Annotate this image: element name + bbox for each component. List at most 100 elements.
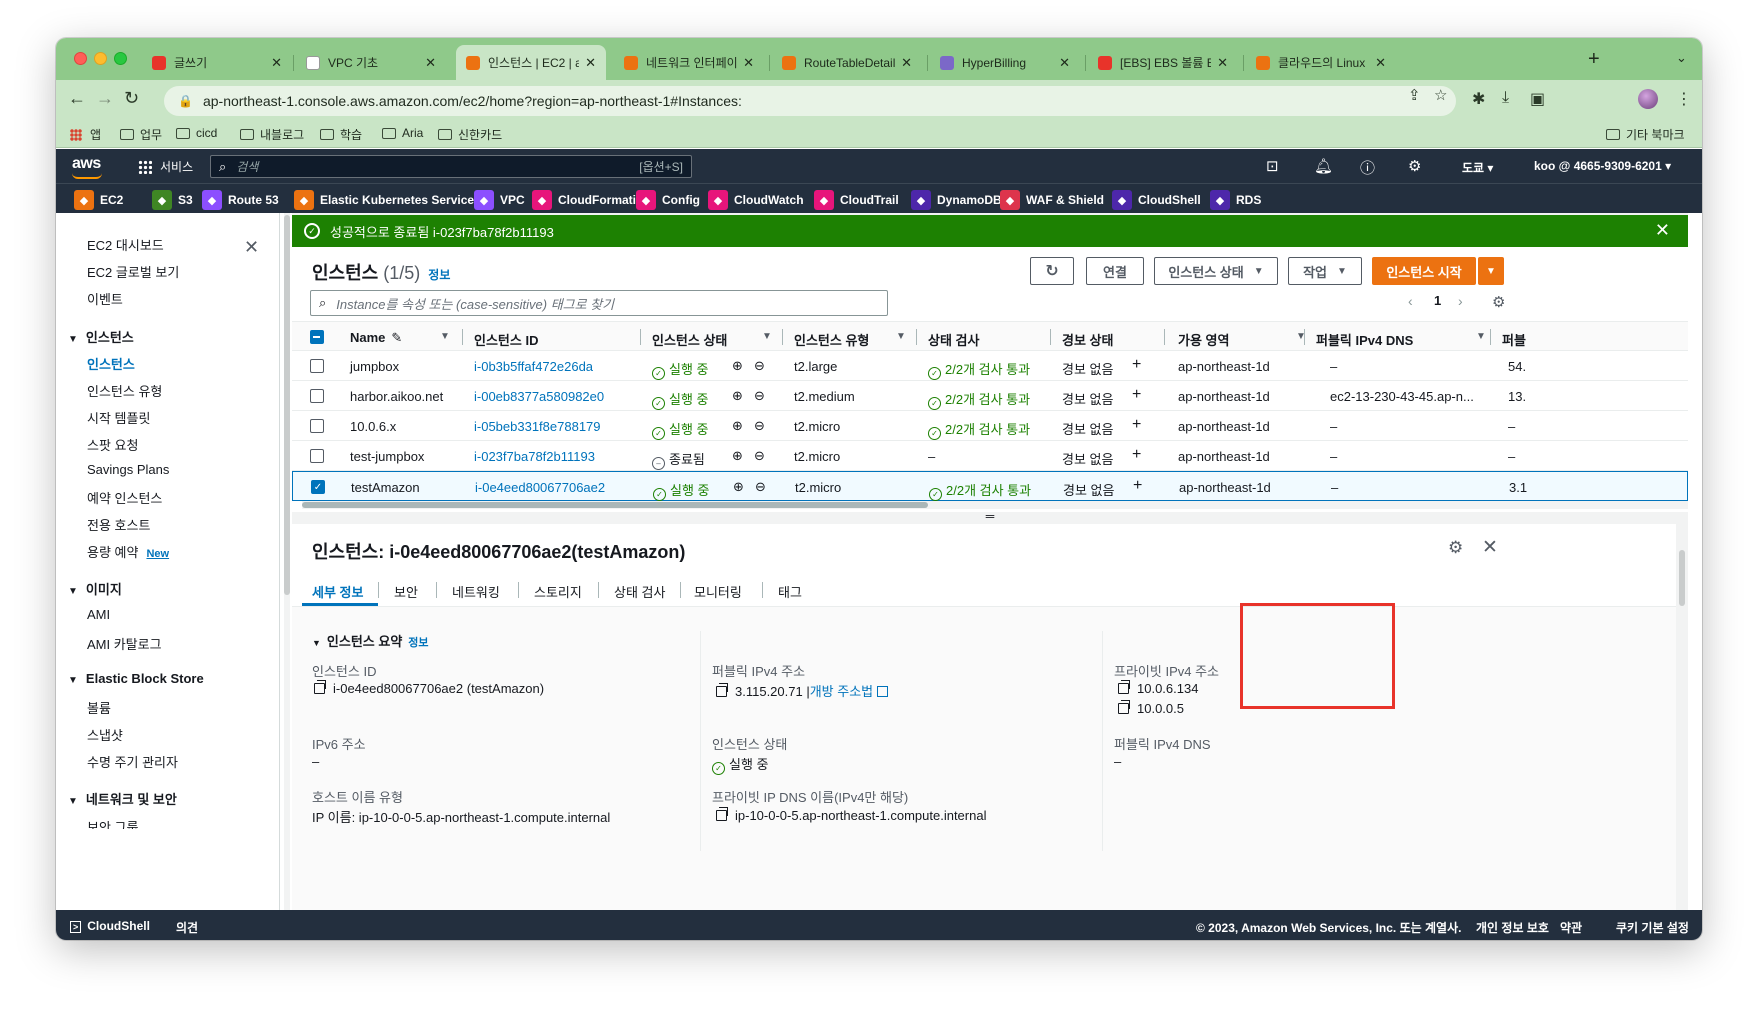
instance-id-link[interactable]: i-023f7ba78f2b11193	[474, 449, 595, 464]
zoom-out-icon[interactable]: ⊖	[754, 388, 765, 404]
browser-tab-3[interactable]: 네트워크 인터페이스 | E✕	[614, 45, 764, 80]
account-menu[interactable]: koo @ 4665-9309-6201 ▾	[1534, 159, 1671, 173]
favorite-service-12[interactable]: ◆ RDS	[1210, 190, 1261, 210]
row-checkbox[interactable]	[310, 449, 324, 463]
bookmark-5[interactable]: Aria	[382, 126, 423, 140]
zoom-in-icon[interactable]: ⊕	[733, 479, 744, 495]
bookmark-4[interactable]: 학습	[320, 126, 362, 143]
services-menu-button[interactable]: 서비스	[138, 158, 193, 175]
instance-id-link[interactable]: i-0b3b5ffaf472e26da	[474, 359, 593, 374]
close-icon[interactable]: ✕	[1482, 536, 1498, 559]
sidebar-section-0[interactable]: ▼ 인스턴스	[68, 327, 134, 346]
sidebar-item-0-6[interactable]: 전용 호스트	[87, 515, 150, 534]
sidebar-item-top-1[interactable]: EC2 글로벌 보기	[87, 262, 179, 281]
column-header-6[interactable]: 가용 영역	[1178, 330, 1229, 349]
favorite-service-4[interactable]: ◆ VPC	[474, 190, 525, 210]
close-icon[interactable]: ✕	[1655, 220, 1670, 241]
copy-icon[interactable]	[716, 807, 728, 821]
new-tab-button[interactable]: +	[1588, 48, 1600, 71]
zoom-in-icon[interactable]: ⊕	[732, 448, 743, 464]
zoom-out-icon[interactable]: ⊖	[754, 418, 765, 434]
browser-tab-6[interactable]: [EBS] EBS 볼륨 EC2✕	[1088, 45, 1238, 80]
cloudshell-link[interactable]: > CloudShell	[70, 919, 150, 933]
sidebar-item-0-7[interactable]: 용량 예약 New	[87, 542, 169, 561]
column-header-1[interactable]: 인스턴스 ID	[474, 330, 538, 349]
actions-button[interactable]: 작업 ▼	[1288, 257, 1362, 285]
gear-icon[interactable]: ⚙	[1408, 157, 1421, 175]
row-checkbox[interactable]: ✓	[311, 480, 325, 494]
sidebar-item-3-0[interactable]: 보안 그룹	[87, 817, 138, 829]
terms-link[interactable]: 약관	[1560, 919, 1582, 936]
sidebar-item-top-2[interactable]: 이벤트	[87, 289, 123, 308]
zoom-in-icon[interactable]: ⊕	[732, 388, 743, 404]
profile-avatar[interactable]	[1638, 89, 1658, 109]
download-icon[interactable]: ⤓	[1502, 89, 1509, 107]
sidebar-section-1[interactable]: ▼ 이미지	[68, 579, 122, 598]
page-number[interactable]: 1	[1434, 293, 1441, 308]
tab-detail-6[interactable]: 태그	[778, 582, 802, 601]
sidebar-item-0-1[interactable]: 인스턴스 유형	[87, 381, 162, 400]
refresh-button[interactable]: ↻	[1030, 257, 1074, 285]
sidebar-item-0-3[interactable]: 스팟 요청	[87, 435, 138, 454]
add-alarm-icon[interactable]: +	[1132, 356, 1141, 374]
favorite-service-2[interactable]: ◆ Route 53	[202, 190, 279, 210]
instance-id-link[interactable]: i-00eb8377a580982e0	[474, 389, 604, 404]
minimize-window-button[interactable]	[94, 52, 107, 65]
column-header-8[interactable]: 퍼블	[1502, 330, 1526, 349]
column-header-5[interactable]: 경보 상태	[1062, 330, 1113, 349]
sidebar-item-1-0[interactable]: AMI	[87, 607, 110, 622]
back-arrow-icon[interactable]: ←	[68, 88, 86, 109]
close-icon[interactable]: ✕	[244, 237, 259, 258]
detail-scrollbar[interactable]	[1678, 548, 1686, 910]
column-header-4[interactable]: 상태 검사	[928, 330, 979, 349]
favorite-service-6[interactable]: ◆ Config	[636, 190, 700, 210]
launch-instances-button[interactable]: 인스턴스 시작	[1372, 257, 1476, 285]
add-alarm-icon[interactable]: +	[1132, 446, 1141, 464]
table-row[interactable]: harbor.aikoo.net i-00eb8377a580982e0 ✓ 실행 중…	[292, 381, 1688, 411]
address-bar[interactable]: 🔒 ap-northeast-1.console.aws.amazon.com/…	[164, 86, 1456, 116]
launch-dropdown-button[interactable]: ▼	[1478, 257, 1504, 285]
panel-splitter[interactable]: ═	[292, 510, 1688, 524]
sidebar-scrollbar[interactable]	[284, 213, 290, 910]
column-header-0[interactable]: Name ✎	[350, 330, 402, 346]
zoom-out-icon[interactable]: ⊖	[755, 479, 766, 495]
table-horizontal-scrollbar[interactable]	[302, 501, 1688, 509]
browser-tab-2[interactable]: 인스턴스 | EC2 | ap-n✕	[456, 45, 606, 80]
favorite-service-9[interactable]: ◆ DynamoDB	[911, 190, 1002, 210]
forward-arrow-icon[interactable]: →	[96, 88, 114, 109]
close-icon[interactable]: ✕	[901, 55, 912, 71]
browser-tab-1[interactable]: VPC 기초 ✕	[296, 45, 446, 80]
sidebar-section-3[interactable]: ▼ 네트워크 및 보안	[68, 789, 177, 808]
more-menu-icon[interactable]: ⋮	[1676, 89, 1692, 109]
tab-detail-1[interactable]: 보안	[394, 582, 418, 601]
row-checkbox[interactable]	[310, 389, 324, 403]
favorite-service-8[interactable]: ◆ CloudTrail	[814, 190, 899, 210]
connect-button[interactable]: 연결	[1086, 257, 1144, 285]
close-icon[interactable]: ✕	[1059, 55, 1070, 71]
sidebar-item-0-2[interactable]: 시작 템플릿	[87, 408, 150, 427]
sidepanel-icon[interactable]: ▣	[1530, 89, 1545, 109]
row-checkbox[interactable]	[310, 359, 324, 373]
close-icon[interactable]: ✕	[1375, 55, 1386, 71]
instance-state-button[interactable]: 인스턴스 상태 ▼	[1154, 257, 1278, 285]
table-row[interactable]: jumpbox i-0b3b5ffaf472e26da ✓ 실행 중 ⊕ ⊖ t2.larg…	[292, 351, 1688, 381]
sidebar-item-2-0[interactable]: 볼륨	[87, 698, 111, 717]
add-alarm-icon[interactable]: +	[1132, 386, 1141, 404]
sidebar-section-2[interactable]: ▼ Elastic Block Store	[68, 671, 204, 686]
aws-logo[interactable]: aws	[72, 155, 102, 179]
chevron-down-icon[interactable]: ⌄	[1676, 50, 1687, 66]
region-selector[interactable]: 도쿄 ▾	[1462, 159, 1493, 176]
bookmark-star-icon[interactable]: ☆	[1434, 86, 1447, 104]
share-icon[interactable]: ⇪	[1408, 86, 1421, 104]
gear-icon[interactable]: ⚙	[1448, 538, 1463, 558]
instance-id-link[interactable]: i-05beb331f8e788179	[474, 419, 601, 434]
aws-search-input[interactable]: ⌕ 검색 [옵션+S]	[210, 155, 692, 178]
sidebar-item-2-1[interactable]: 스냅샷	[87, 725, 123, 744]
column-header-3[interactable]: 인스턴스 유형	[794, 330, 869, 349]
copy-icon[interactable]	[716, 683, 728, 697]
info-link[interactable]: 정보	[408, 637, 428, 649]
instance-id-link[interactable]: i-0e4eed80067706ae2	[475, 480, 605, 495]
browser-tab-4[interactable]: RouteTableDetails | ✕	[772, 45, 922, 80]
next-page-icon[interactable]: ›	[1458, 293, 1463, 309]
zoom-in-icon[interactable]: ⊕	[732, 418, 743, 434]
